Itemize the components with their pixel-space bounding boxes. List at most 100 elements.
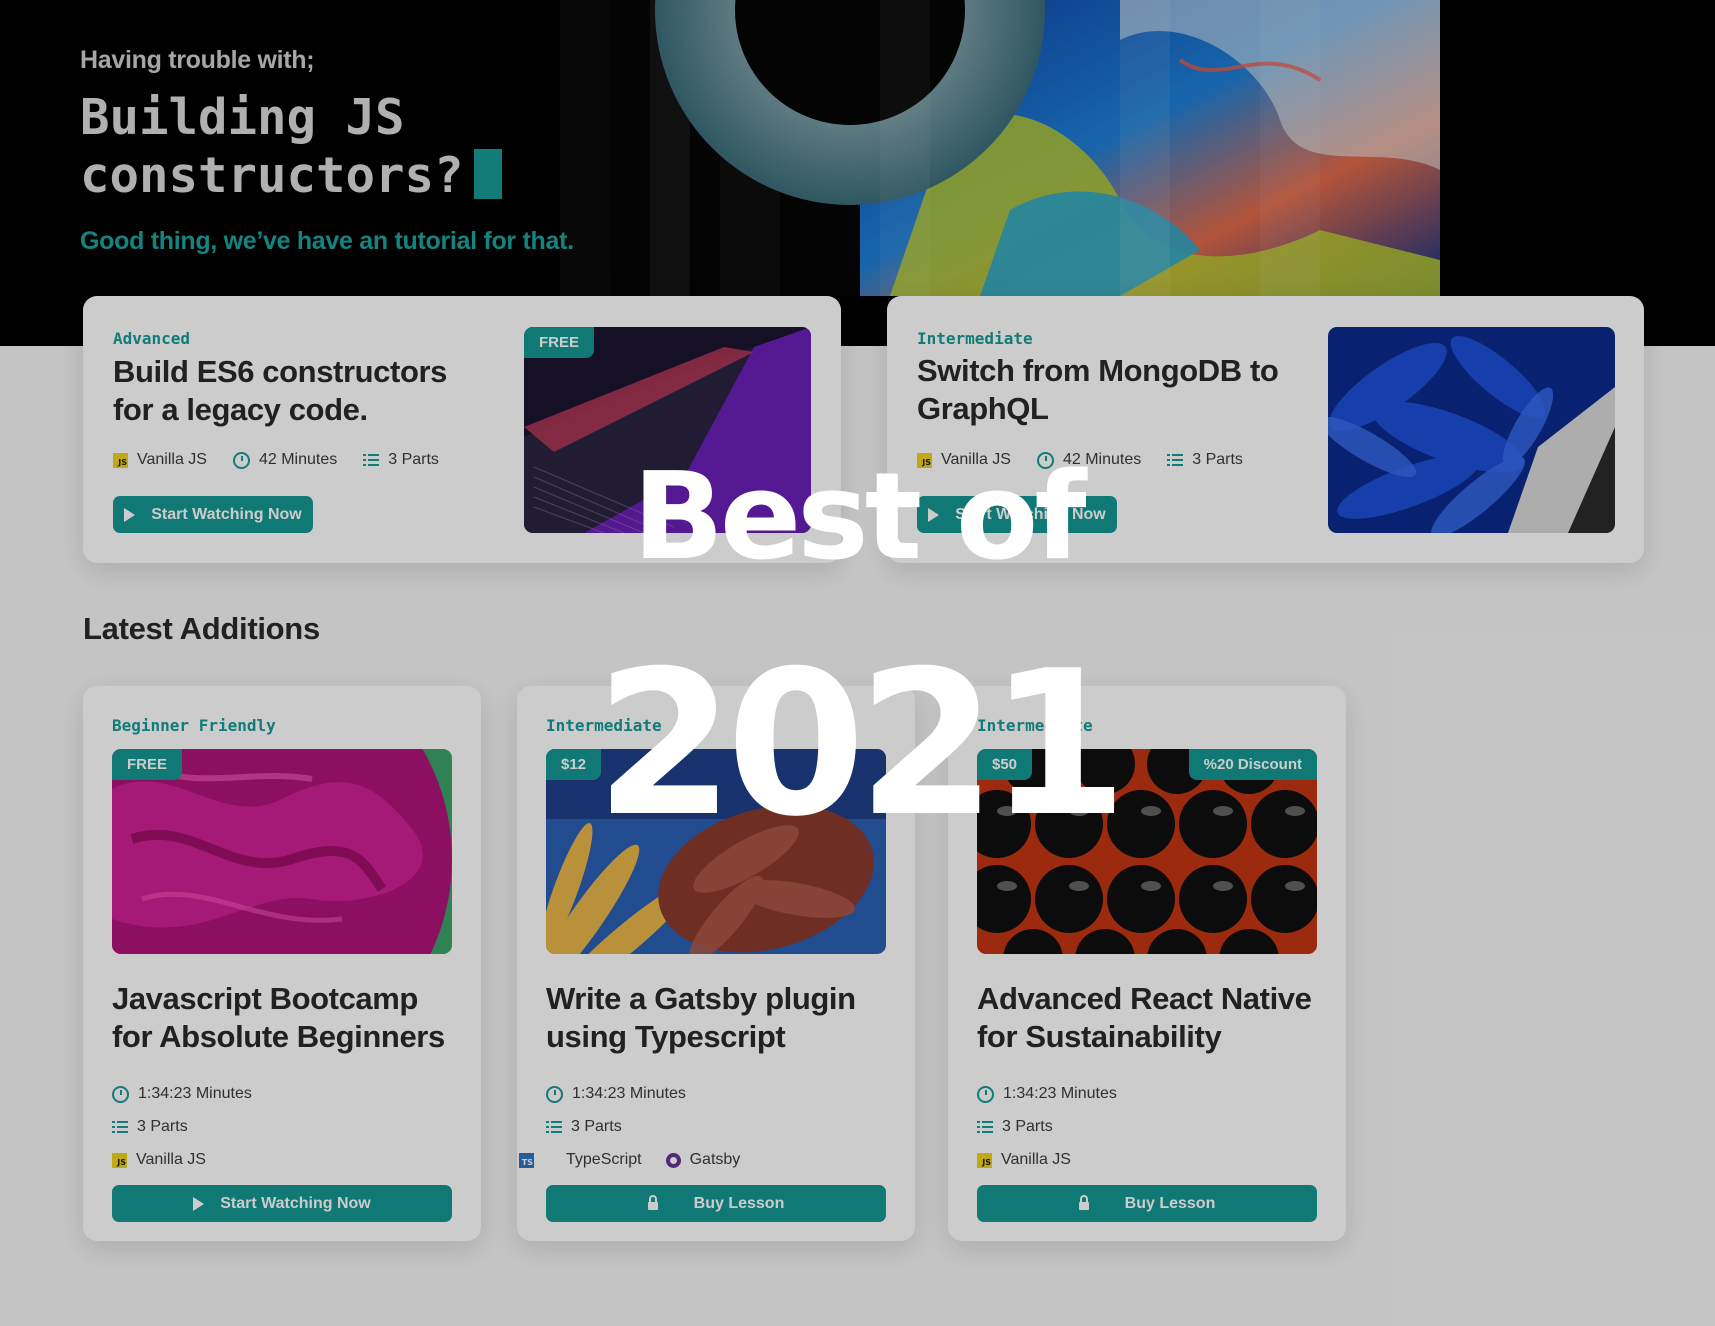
gatsby-icon xyxy=(665,1152,681,1168)
duration-label: 42 Minutes xyxy=(258,451,338,468)
meta-duration: 1:34:23 Minutes xyxy=(977,1085,1117,1103)
button-label: Buy Lesson xyxy=(1124,1194,1216,1212)
card-title: Switch from MongoDB to GraphQL xyxy=(917,352,1279,428)
javascript-icon: JS xyxy=(112,1152,127,1168)
level-label: Intermediate xyxy=(546,716,662,735)
javascript-icon: JS xyxy=(113,452,128,468)
typescript-icon: TS xyxy=(519,1152,534,1168)
start-watching-button[interactable]: Start Watching Now xyxy=(917,496,1117,533)
lock-icon xyxy=(1078,1194,1089,1210)
hero-artwork xyxy=(560,0,1440,296)
list-icon xyxy=(546,1120,562,1134)
card-title-line2: for Sustainability xyxy=(977,1019,1222,1054)
leaves-image xyxy=(546,749,886,954)
price-badge: $12 xyxy=(546,749,602,780)
card-title-line1: Switch from MongoDB to xyxy=(917,353,1279,388)
price-badge: $50 xyxy=(977,749,1033,780)
start-watching-button[interactable]: Start Watching Now xyxy=(113,496,313,533)
hero-title: Building JS constructors? xyxy=(80,89,574,205)
parts-label: 3 Parts xyxy=(1192,451,1243,468)
play-icon xyxy=(193,1196,205,1211)
lock-icon xyxy=(647,1194,658,1210)
tech2-label: Gatsby xyxy=(689,1151,741,1168)
card-title-line2: using Typescript xyxy=(546,1019,786,1054)
card-thumbnail xyxy=(1328,327,1615,533)
meta-tech: TS TypeScript Gatsby xyxy=(519,1151,740,1169)
tech-label: Vanilla JS xyxy=(136,1151,206,1168)
meta-parts: 3 Parts xyxy=(1167,451,1243,469)
button-label: Buy Lesson xyxy=(693,1194,785,1212)
price-badge: FREE xyxy=(112,749,183,780)
clock-icon xyxy=(112,1085,129,1103)
clock-icon xyxy=(977,1085,994,1103)
buy-lesson-button[interactable]: Buy Lesson xyxy=(546,1185,886,1222)
parts-label: 3 Parts xyxy=(1002,1118,1053,1135)
parts-label: 3 Parts xyxy=(571,1118,622,1135)
hero-title-line1: Building JS xyxy=(80,89,405,146)
card-meta: JS Vanilla JS 42 Minutes 3 Parts xyxy=(917,451,1269,469)
card-title-line1: Javascript Bootcamp xyxy=(112,981,418,1016)
clock-icon xyxy=(1036,451,1054,469)
card-title-line2: GraphQL xyxy=(917,391,1049,426)
duration-label: 1:34:23 Minutes xyxy=(1003,1085,1117,1102)
meta-tech: JS Vanilla JS xyxy=(917,451,1011,469)
card-title-line1: Build ES6 constructors xyxy=(113,354,447,389)
button-label: Start Watching Now xyxy=(151,505,302,523)
list-icon xyxy=(363,453,380,467)
level-label: Intermediate xyxy=(917,329,1033,348)
tech-label: Vanilla JS xyxy=(137,451,207,468)
blue-plant-image xyxy=(1328,327,1615,533)
card-thumbnail: $12 xyxy=(546,749,886,954)
card-title-line1: Write a Gatsby plugin xyxy=(546,981,856,1016)
featured-card-es6[interactable]: Advanced Build ES6 constructors for a le… xyxy=(83,296,841,563)
meta-parts: 3 Parts xyxy=(977,1118,1053,1136)
page: Having trouble with; Building JS constru… xyxy=(0,0,1715,1326)
card-thumbnail: $50 %20 Discount xyxy=(977,749,1317,954)
course-card-js-bootcamp[interactable]: Beginner Friendly FREE Javascript Bootca… xyxy=(83,686,481,1241)
list-icon xyxy=(112,1120,128,1134)
hero-copy: Having trouble with; Building JS constru… xyxy=(80,46,574,256)
hero-title-line2-wrap: constructors? xyxy=(80,147,574,205)
play-icon xyxy=(928,507,940,522)
meta-tech: JS Vanilla JS xyxy=(112,1151,206,1169)
meta-duration: 42 Minutes xyxy=(232,451,338,469)
clock-icon xyxy=(546,1085,563,1103)
card-title-line2: for a legacy code. xyxy=(113,392,368,427)
button-label: Start Watching Now xyxy=(220,1194,371,1212)
duration-label: 1:34:23 Minutes xyxy=(572,1085,686,1102)
meta-duration: 42 Minutes xyxy=(1036,451,1141,469)
level-label: Advanced xyxy=(113,329,191,348)
list-icon xyxy=(1167,453,1184,467)
meta-parts: 3 Parts xyxy=(546,1118,622,1136)
hero-banner: Having trouble with; Building JS constru… xyxy=(0,0,1715,346)
featured-card-graphql[interactable]: Intermediate Switch from MongoDB to Grap… xyxy=(887,296,1644,563)
latest-additions-heading: Latest Additions xyxy=(83,611,320,646)
card-title: Advanced React Native for Sustainability xyxy=(977,980,1327,1056)
start-watching-button[interactable]: Start Watching Now xyxy=(112,1185,452,1222)
card-title-line2: for Absolute Beginners xyxy=(112,1019,445,1054)
course-card-gatsby-plugin[interactable]: Intermediate $12 Write a Gatsby plugin u… xyxy=(517,686,915,1241)
card-title-line1: Advanced React Native xyxy=(977,981,1312,1016)
price-badge: FREE xyxy=(524,327,595,358)
hero-subtitle: Having trouble with; xyxy=(80,46,315,74)
tech-label: Vanilla JS xyxy=(1001,1151,1071,1168)
level-label: Intermediate xyxy=(977,716,1093,735)
hero-title-line2: constructors? xyxy=(80,147,464,204)
javascript-icon: JS xyxy=(917,452,932,468)
buy-lesson-button[interactable]: Buy Lesson xyxy=(977,1185,1317,1222)
card-thumbnail: FREE xyxy=(524,327,811,533)
meta-parts: 3 Parts xyxy=(112,1118,188,1136)
card-title: Write a Gatsby plugin using Typescript xyxy=(546,980,896,1056)
parts-label: 3 Parts xyxy=(388,451,439,468)
card-thumbnail: FREE xyxy=(112,749,452,954)
list-icon xyxy=(977,1120,993,1134)
clock-icon xyxy=(232,451,250,469)
javascript-icon: JS xyxy=(977,1152,992,1168)
course-card-react-native[interactable]: Intermediate $50 %20 Discount Advanced R… xyxy=(948,686,1346,1241)
button-label: Start Watching Now xyxy=(955,505,1106,523)
play-icon xyxy=(124,507,136,522)
parts-label: 3 Parts xyxy=(137,1118,188,1135)
hero-abstract-image xyxy=(560,0,1440,296)
card-meta: JS Vanilla JS 42 Minutes 3 Parts xyxy=(113,451,465,469)
meta-duration: 1:34:23 Minutes xyxy=(112,1085,252,1103)
